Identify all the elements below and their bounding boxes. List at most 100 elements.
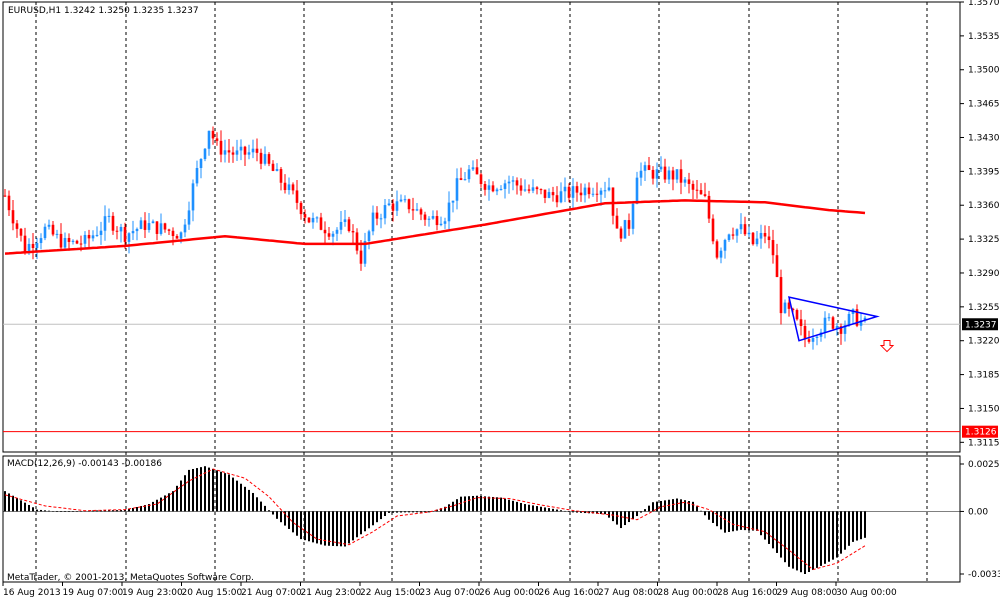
macd-bar <box>804 511 806 574</box>
macd-bar <box>484 496 486 512</box>
candle-body <box>59 233 63 248</box>
macd-bar <box>8 493 10 512</box>
macd-bar <box>572 511 574 513</box>
macd-bar <box>800 511 802 573</box>
macd-bar <box>604 511 606 515</box>
x-tick-label: 22 Aug 15:00 <box>360 588 421 598</box>
candle-body <box>471 167 475 170</box>
candle-body <box>379 218 383 220</box>
macd-bar <box>636 511 638 517</box>
macd-bar <box>528 504 530 512</box>
macd-bar <box>340 511 342 547</box>
macd-bar <box>628 511 630 523</box>
macd-bar <box>380 511 382 520</box>
macd-bar <box>404 511 406 513</box>
candle-body <box>551 192 555 196</box>
candle-body <box>207 130 211 149</box>
macd-bar <box>264 505 266 512</box>
candle-body <box>659 166 663 170</box>
candle-body <box>43 226 47 239</box>
candle-body <box>443 221 447 224</box>
x-tick-label: 16 Aug 2013 <box>3 588 61 598</box>
candle-body <box>87 234 91 239</box>
candle-body <box>395 201 399 211</box>
candle-body <box>243 146 247 155</box>
candle-body <box>807 339 811 342</box>
macd-bar <box>384 511 386 517</box>
candle-body <box>343 219 347 222</box>
candle-body <box>131 231 135 234</box>
candle-body <box>491 185 495 192</box>
candle-body <box>175 236 179 239</box>
macd-bar <box>788 511 790 567</box>
candle-body <box>303 214 307 218</box>
macd-bar <box>840 511 842 554</box>
candle-body <box>259 152 263 164</box>
macd-bar <box>464 496 466 512</box>
candle-body <box>359 250 363 264</box>
candle-body <box>475 167 479 175</box>
candle-body <box>99 230 103 235</box>
candle-body <box>287 184 291 191</box>
candle-body <box>767 236 771 241</box>
price-panel[interactable]: 1.3237 1.3126 <box>3 126 998 438</box>
macd-bar <box>208 467 210 512</box>
candle-body <box>239 146 243 151</box>
macd-bar <box>272 511 274 515</box>
macd-bar <box>196 468 198 512</box>
candle-body <box>399 199 403 202</box>
candle-body <box>215 138 219 141</box>
macd-bar <box>764 511 766 540</box>
macd-bar <box>156 499 158 512</box>
candle-body <box>499 188 503 190</box>
macd-bar <box>292 511 294 533</box>
candle-body <box>483 184 487 190</box>
macd-bar <box>192 468 194 512</box>
candle-body <box>143 220 147 230</box>
macd-bar <box>268 510 270 512</box>
candle-body <box>151 221 155 224</box>
macd-bar <box>488 496 490 512</box>
candle-body <box>327 233 331 237</box>
macd-bar <box>408 511 410 513</box>
x-tick-label: 26 Aug 16:00 <box>539 588 600 598</box>
macd-bar <box>416 511 418 513</box>
macd-bar <box>568 511 570 512</box>
macd-bar <box>280 511 282 523</box>
candle-body <box>627 220 631 229</box>
candle-body <box>527 189 531 191</box>
candle-body <box>783 302 787 314</box>
macd-bar <box>248 489 250 512</box>
trading-chart[interactable]: 1.3237 1.3126 1.3570 1.3535 1.3500 1.3465 1.3… <box>0 0 1000 600</box>
candle-body <box>847 313 851 326</box>
candle-body <box>711 218 715 242</box>
macd-bar <box>808 511 810 572</box>
candle-body <box>451 200 455 203</box>
macd-bar <box>152 501 154 512</box>
candle-body <box>547 192 551 198</box>
candle-body <box>615 215 619 229</box>
candle-body <box>311 217 315 223</box>
ohlc-label: 1.3242 1.3250 1.3235 1.3237 <box>64 6 199 16</box>
x-tick-label: 19 Aug 07:00 <box>63 588 124 598</box>
y-tick-label: 1.3500 <box>968 66 1000 76</box>
macd-bar <box>236 480 238 512</box>
candle-body <box>447 202 451 222</box>
candle-body <box>427 218 431 220</box>
candle-body <box>63 237 67 248</box>
candle-body <box>815 336 819 338</box>
candle-body <box>699 190 703 195</box>
macd-bar <box>256 497 258 512</box>
macd-bar <box>612 511 614 522</box>
macd-bar <box>680 499 682 512</box>
candle-body <box>279 169 283 183</box>
macd-bar <box>124 509 126 512</box>
macd-bar <box>844 511 846 550</box>
macd-bar <box>704 511 706 516</box>
macd-bar <box>812 511 814 570</box>
candle-body <box>415 209 419 211</box>
candle-body <box>479 174 483 185</box>
candle-body <box>691 183 695 190</box>
macd-bar <box>776 511 778 553</box>
candle-body <box>743 224 747 235</box>
